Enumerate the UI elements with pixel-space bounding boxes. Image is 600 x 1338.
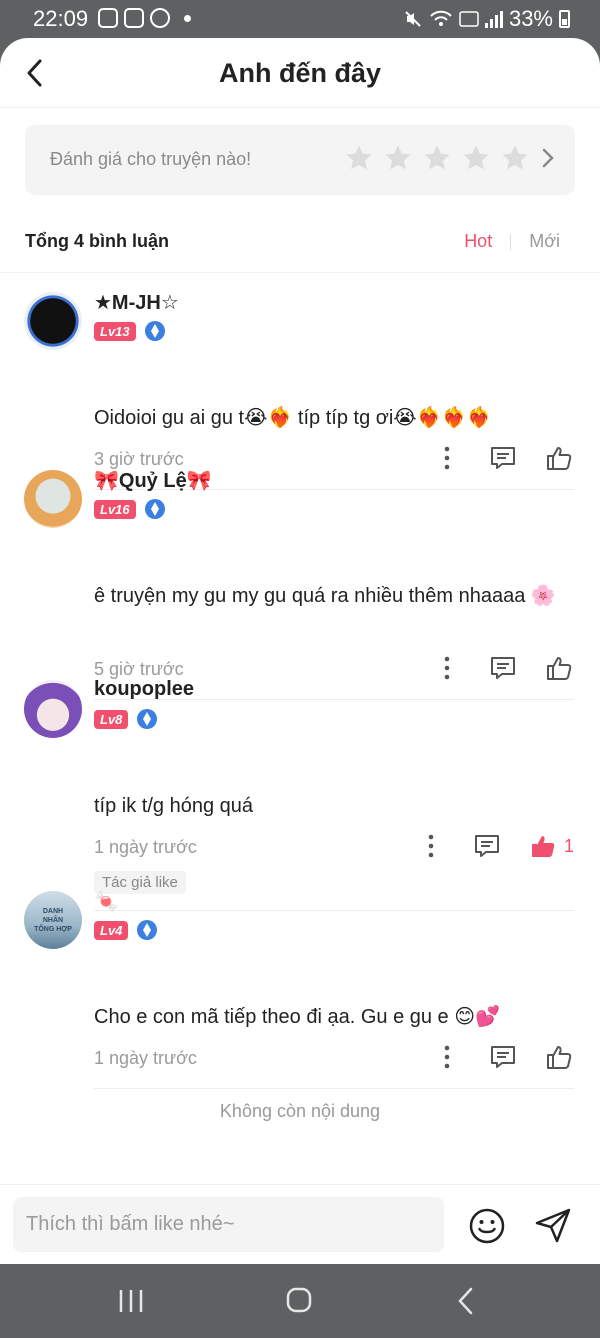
comment-actions xyxy=(432,653,574,683)
star-icon[interactable] xyxy=(383,143,413,173)
avatar[interactable] xyxy=(24,470,82,528)
comments-sheet: Anh đến đây Đánh giá cho truyện nào! Tổn… xyxy=(0,38,600,1264)
star-icon[interactable] xyxy=(344,143,374,173)
star-icon[interactable] xyxy=(422,143,452,173)
rate-prompt: Đánh giá cho truyện nào! xyxy=(50,149,252,169)
instagram-icon xyxy=(124,8,144,28)
comment-divider xyxy=(94,1088,574,1089)
wifi-icon xyxy=(430,10,452,26)
like-icon[interactable] xyxy=(544,653,574,683)
tab-hot[interactable]: Hot xyxy=(464,231,492,252)
comment-text: Oidoioi gu ai gu t😭❤️‍🔥 típ típ tg ơi😭❤️… xyxy=(94,407,492,429)
verified-badge-icon xyxy=(137,709,158,729)
like-icon[interactable] xyxy=(544,1042,574,1072)
user-badges: Lv16 xyxy=(94,498,166,520)
like-count: 1 xyxy=(563,835,574,856)
more-options-icon[interactable] xyxy=(432,1042,462,1072)
verified-badge-icon xyxy=(144,321,165,341)
more-options-icon[interactable] xyxy=(432,443,462,473)
volte-icon xyxy=(459,11,479,27)
username[interactable]: ★M-JH☆ xyxy=(94,290,179,315)
more-options-icon[interactable] xyxy=(432,653,462,683)
more-options-icon[interactable] xyxy=(416,831,446,861)
battery-icon xyxy=(559,10,570,28)
comment-text: ê truyện my gu my gu quá ra nhiều thêm n… xyxy=(94,585,556,607)
avatar[interactable] xyxy=(24,292,82,350)
avatar-text: DANH NHÂN TỔNG HỢP xyxy=(34,907,72,933)
verified-badge-icon xyxy=(144,499,165,519)
mute-icon xyxy=(405,11,421,27)
sort-tabs: Hot Mới xyxy=(464,231,560,252)
more-notifications-icon xyxy=(184,14,191,22)
rating-stars[interactable] xyxy=(344,143,557,173)
level-badge: Lv8 xyxy=(94,709,129,729)
nav-back-icon[interactable] xyxy=(447,1286,487,1316)
username[interactable]: 🎀Quỷ Lệ🎀 xyxy=(94,468,212,493)
reply-icon[interactable] xyxy=(488,1042,518,1072)
comment-actions xyxy=(432,1042,574,1072)
chevron-right-icon xyxy=(542,148,554,168)
like-icon[interactable] xyxy=(544,443,574,473)
level-badge: Lv16 xyxy=(94,499,136,519)
avatar[interactable] xyxy=(24,680,82,738)
level-badge: Lv13 xyxy=(94,321,136,341)
status-right: 33% xyxy=(403,6,570,32)
comment-actions xyxy=(432,443,574,473)
comment-text: Cho e con mã tiếp theo đi ạa. Gu e gu e … xyxy=(94,1006,500,1028)
send-icon[interactable] xyxy=(533,1205,573,1245)
star-icon[interactable] xyxy=(461,143,491,173)
notification-icons xyxy=(98,8,191,28)
username[interactable]: 🍬 xyxy=(94,889,119,914)
level-badge: Lv4 xyxy=(94,920,129,940)
avatar[interactable]: DANH NHÂN TỔNG HỢP xyxy=(24,891,82,949)
system-nav-bar xyxy=(0,1264,600,1338)
battery-percent: 33% xyxy=(508,6,553,31)
tab-new[interactable]: Mới xyxy=(529,231,560,252)
comment-input-bar xyxy=(0,1184,600,1264)
user-badges: Lv4 xyxy=(94,919,158,941)
divider xyxy=(0,272,600,273)
comment-text: típ ik t/g hóng quá xyxy=(94,795,254,817)
liked-icon[interactable] xyxy=(528,831,558,861)
tab-divider xyxy=(510,233,512,250)
signal-icon xyxy=(484,10,503,28)
comment-time: 3 giờ trước xyxy=(94,449,184,469)
username[interactable]: koupoplee xyxy=(94,678,194,701)
comment-divider xyxy=(94,910,574,911)
user-badges: Lv8 xyxy=(94,708,158,730)
home-icon[interactable] xyxy=(279,1286,319,1316)
facebook-icon xyxy=(150,8,170,28)
star-icon[interactable] xyxy=(500,143,530,173)
recent-apps-icon[interactable] xyxy=(111,1286,151,1316)
comment-actions: 1 xyxy=(416,831,574,861)
comment-time: 5 giờ trước xyxy=(94,659,184,679)
reply-icon[interactable] xyxy=(472,831,502,861)
user-badges: Lv13 xyxy=(94,320,166,342)
comment-time: 1 ngày trước xyxy=(94,837,197,857)
page-title: Anh đến đây xyxy=(218,58,381,88)
end-of-list-message: Không còn nội dung xyxy=(219,1101,381,1121)
status-bar: 22:09 33% xyxy=(0,0,600,38)
status-time: 22:09 xyxy=(33,6,89,31)
youtube-icon xyxy=(98,8,118,28)
rate-story-box[interactable]: Đánh giá cho truyện nào! xyxy=(25,125,575,195)
comment-count: Tổng 4 bình luận xyxy=(25,231,169,251)
comment-time: 1 ngày trước xyxy=(94,1048,197,1068)
reply-icon[interactable] xyxy=(488,653,518,683)
reply-icon[interactable] xyxy=(488,443,518,473)
comment-input[interactable] xyxy=(13,1197,444,1252)
verified-badge-icon xyxy=(137,920,158,940)
header: Anh đến đây xyxy=(0,38,600,108)
emoji-icon[interactable] xyxy=(468,1207,506,1245)
